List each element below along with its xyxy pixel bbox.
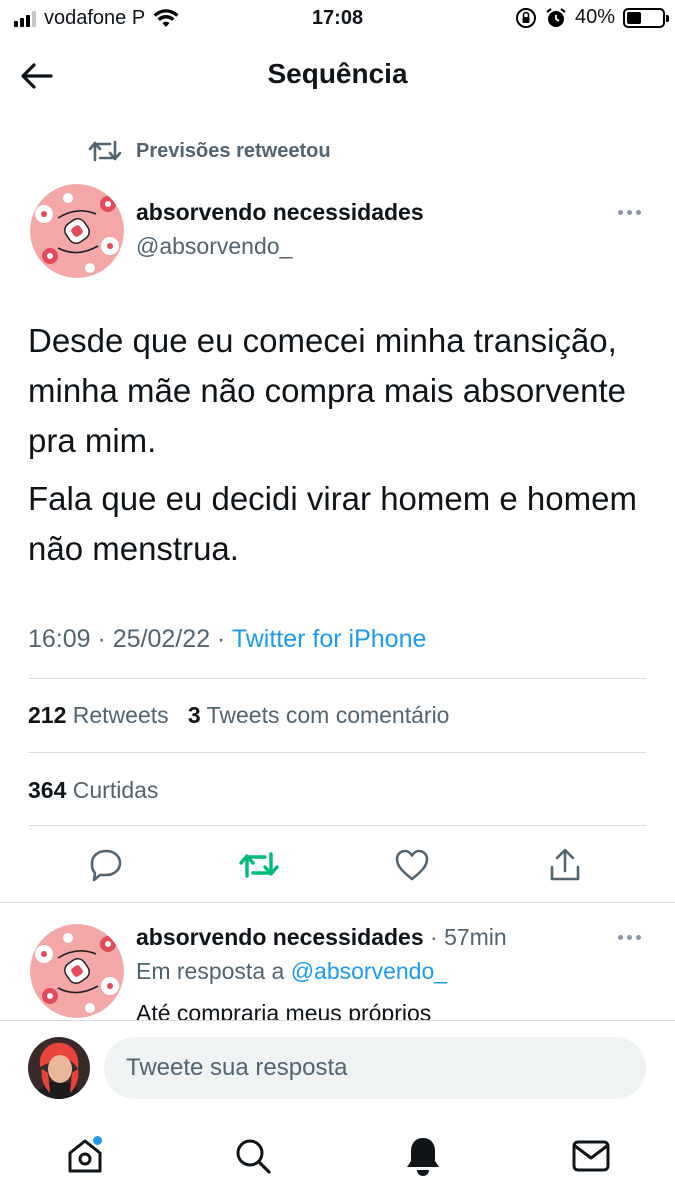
tab-notifications[interactable] <box>398 1134 448 1178</box>
battery-icon <box>623 7 669 28</box>
tab-home[interactable] <box>60 1134 110 1178</box>
compose-bar <box>0 1020 675 1114</box>
tweet-timestamp: 16:09 · 25/02/22 · Twitter for iPhone <box>28 625 426 654</box>
absorvendo-logo-avatar <box>30 184 124 278</box>
reply-author-avatar[interactable] <box>30 924 124 1018</box>
notification-dot <box>93 1136 102 1145</box>
retweet-context[interactable]: Previsões retweetou <box>88 138 331 164</box>
divider <box>28 678 646 679</box>
reply-prefix: Em resposta a <box>136 958 291 984</box>
tweet-paragraph: Fala que eu decidi virar homem e homem n… <box>28 480 637 567</box>
author-handle[interactable]: @absorvendo_ <box>136 233 292 260</box>
share-icon <box>550 848 580 881</box>
envelope-icon <box>572 1140 610 1172</box>
divider <box>28 825 646 826</box>
navigation-header: Sequência <box>0 44 675 108</box>
status-bar: vodafone P 17:08 40% <box>0 0 675 38</box>
user-avatar[interactable] <box>28 1037 90 1099</box>
like-button[interactable] <box>390 843 434 887</box>
share-button[interactable] <box>543 843 587 887</box>
reply-text: Até compraria meus próprios <box>136 1000 432 1020</box>
tab-messages[interactable] <box>566 1134 616 1178</box>
bottom-tab-bar <box>0 1118 675 1200</box>
quotes-label: Tweets com comentário <box>206 702 450 728</box>
divider <box>28 752 646 753</box>
search-icon <box>236 1139 271 1174</box>
author-name[interactable]: absorvendo necessidades <box>136 199 424 226</box>
reply-icon <box>90 849 122 882</box>
reply-more-options-button[interactable] <box>618 935 641 940</box>
likes-label: Curtidas <box>72 777 159 803</box>
quotes-count: 3 <box>187 702 201 728</box>
reply-author-name[interactable]: absorvendo necessidades <box>136 924 424 950</box>
tweet-source-link[interactable]: Twitter for iPhone <box>232 625 427 653</box>
reply-compose-input[interactable] <box>104 1037 646 1099</box>
reply-button[interactable] <box>84 843 128 887</box>
author-avatar[interactable] <box>30 184 124 278</box>
likes-stat[interactable]: 364 Curtidas <box>28 777 158 804</box>
retweet-icon <box>88 140 122 162</box>
reply-header: absorvendo necessidades · 57min <box>136 924 507 951</box>
reply-handle-link[interactable]: @absorvendo_ <box>291 958 447 984</box>
tweet-time-date: 16:09 · 25/02/22 · <box>28 625 232 653</box>
retweets-stat[interactable]: 212 Retweets <box>28 702 169 728</box>
page-title: Sequência <box>267 58 408 89</box>
divider <box>0 902 675 903</box>
tweet-text: Desde que eu comecei minha transição, mi… <box>28 316 648 582</box>
bell-icon <box>407 1138 439 1176</box>
retweet-icon <box>239 852 279 878</box>
retweets-label: Retweets <box>72 702 169 728</box>
likes-count: 364 <box>28 777 67 803</box>
tweet-paragraph: Desde que eu comecei minha transição, mi… <box>28 322 626 459</box>
status-bar-right: 40% <box>515 6 669 29</box>
reply-text-container: Até compraria meus próprios <box>136 998 636 1020</box>
quotes-stat[interactable]: 3 Tweets com comentário <box>188 702 450 728</box>
absorvendo-logo-avatar <box>30 924 124 1018</box>
retweet-button[interactable] <box>237 843 281 887</box>
heart-icon <box>395 849 429 881</box>
retweet-stats: 212 Retweets 3 Tweets com comentário <box>28 702 449 729</box>
alarm-icon <box>546 7 566 27</box>
tab-search[interactable] <box>228 1134 278 1178</box>
retweets-count: 212 <box>28 702 67 728</box>
more-options-button[interactable] <box>618 210 641 215</box>
battery-level-fill <box>627 11 641 24</box>
tweet-action-bar <box>0 843 675 889</box>
user-profile-photo <box>28 1037 90 1099</box>
retweet-context-label: Previsões retweetou <box>136 139 331 162</box>
reply-time: · 57min <box>423 924 507 950</box>
battery-percent: 40% <box>574 6 615 28</box>
reply-context: Em resposta a @absorvendo_ <box>136 958 447 985</box>
orientation-lock-icon <box>515 7 536 28</box>
